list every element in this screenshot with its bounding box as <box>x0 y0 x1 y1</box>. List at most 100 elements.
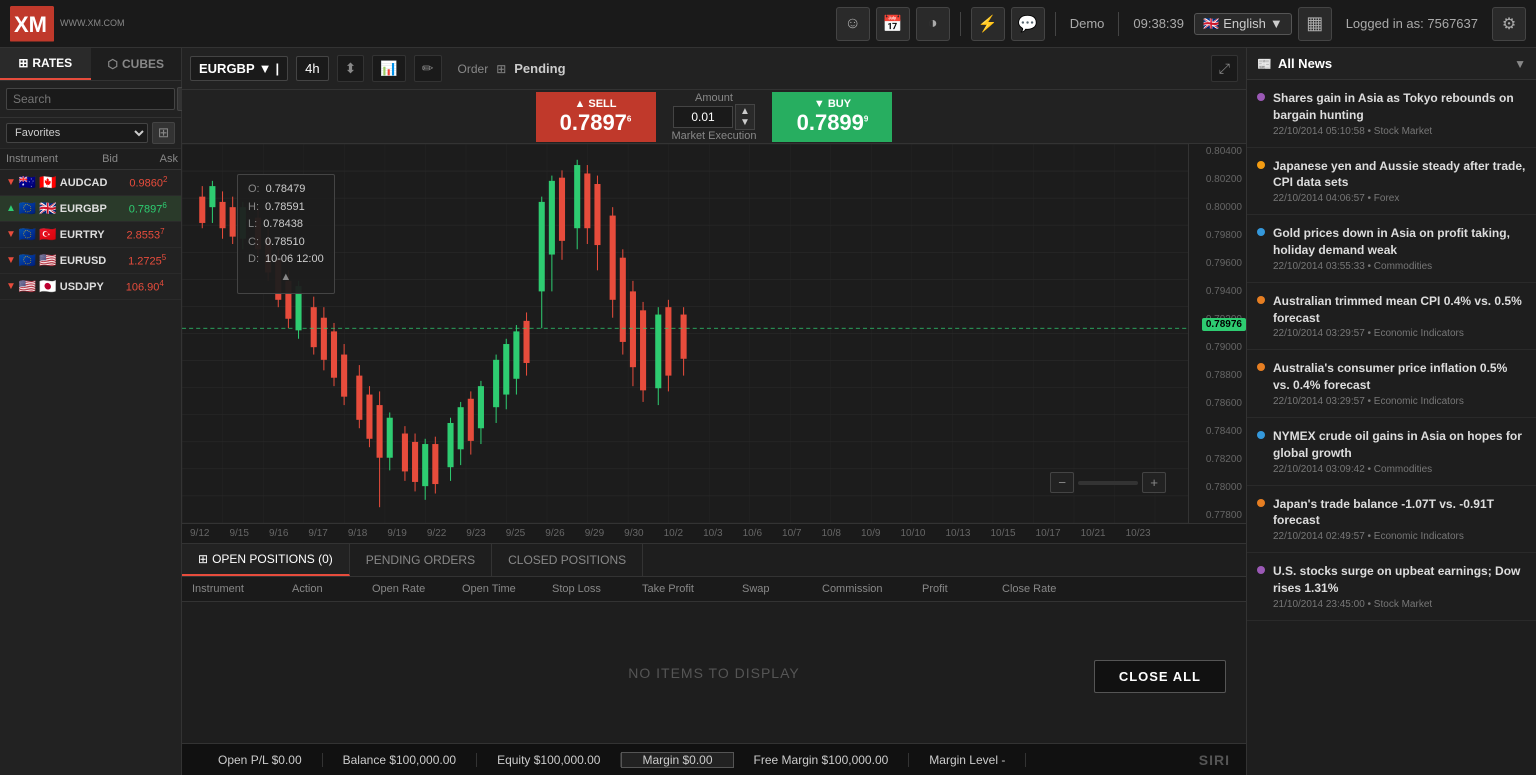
list-item[interactable]: ▼ 🇦🇺 🇨🇦 AUDCAD 0.98602 0.98651 09:38 <box>0 170 181 196</box>
pending-label: Pending <box>514 61 565 76</box>
price-tick: 0.79800 <box>1189 230 1246 241</box>
x-label: 10/2 <box>664 528 683 539</box>
price-tick: 0.78400 <box>1189 426 1246 437</box>
grid-view-button[interactable]: ⊞ <box>152 122 175 144</box>
amount-input[interactable] <box>673 106 733 128</box>
calendar-icon[interactable]: 📅 <box>876 7 910 41</box>
news-collapse-button[interactable]: ▼ <box>1514 57 1526 71</box>
news-content: U.S. stocks surge on upbeat earnings; Do… <box>1273 563 1526 610</box>
settings-icon[interactable]: ⚙ <box>1492 7 1526 41</box>
news-meta: 22/10/2014 03:55:33 • Commodities <box>1273 261 1526 272</box>
list-item[interactable]: ▼ 🇪🇺 🇹🇷 EURTRY 2.85537 2.85743 09:38 <box>0 222 181 248</box>
list-item[interactable]: ▼ 🇺🇸 🇯🇵 USDJPY 106.904 106.928 09:38 <box>0 274 181 300</box>
direction-icon: ▼ <box>6 229 16 240</box>
price-tick: 0.79400 <box>1189 286 1246 297</box>
spin-up-icon[interactable]: ▲ <box>740 106 750 117</box>
tab-pending-orders[interactable]: PENDING ORDERS <box>350 544 492 576</box>
tab-rates[interactable]: ⊞ RATES <box>0 48 91 80</box>
expand-button[interactable]: ⤢ <box>1211 55 1238 82</box>
tab-open-positions[interactable]: ⊞ OPEN POSITIONS (0) <box>182 544 350 576</box>
main-layout: ⊞ RATES ⬡ CUBES 🔍 Favorites ⊞ Instrument… <box>0 48 1536 775</box>
price-tick: 0.80000 <box>1189 202 1246 213</box>
news-category-dot <box>1257 296 1265 304</box>
news-item[interactable]: Australian trimmed mean CPI 0.4% vs. 0.5… <box>1247 283 1536 351</box>
sell-button[interactable]: ▲ SELL 0.78976 <box>536 92 656 142</box>
col-take-profit: Take Profit <box>642 583 742 595</box>
chart-area[interactable]: 0.80400 0.80200 0.80000 0.79800 0.79600 … <box>182 144 1246 543</box>
news-headline: Japanese yen and Aussie steady after tra… <box>1273 158 1526 192</box>
hatch-icon[interactable]: ▦ <box>1298 7 1332 41</box>
list-item[interactable]: ▼ 🇪🇺 🇺🇸 EURUSD 1.27255 1.27275 09:38 <box>0 248 181 274</box>
news-category-dot <box>1257 363 1265 371</box>
symbol-label: EURGBP <box>199 61 255 76</box>
topbar-time: 09:38:39 <box>1133 16 1184 31</box>
language-selector[interactable]: 🇬🇧 English ▼ <box>1194 13 1292 35</box>
lightning-icon[interactable]: ⚡ <box>971 7 1005 41</box>
positions-tabs: ⊞ OPEN POSITIONS (0) PENDING ORDERS CLOS… <box>182 544 1246 577</box>
x-label: 9/19 <box>387 528 406 539</box>
draw-button[interactable]: ✏ <box>414 55 442 82</box>
divider2 <box>1055 12 1056 36</box>
news-content: Shares gain in Asia as Tokyo rebounds on… <box>1273 90 1526 137</box>
news-item[interactable]: NYMEX crude oil gains in Asia on hopes f… <box>1247 418 1536 486</box>
col-close-rate: Close Rate <box>1002 583 1092 595</box>
theme-icon[interactable]: ◑ <box>916 7 950 41</box>
account-icon[interactable]: ☺ <box>836 7 870 41</box>
amount-spinner[interactable]: ▲ ▼ <box>735 104 755 130</box>
search-input[interactable] <box>6 88 175 110</box>
rates-label: RATES <box>32 56 72 70</box>
spin-down-icon[interactable]: ▼ <box>740 117 750 128</box>
favorites-row: Favorites ⊞ <box>0 118 181 149</box>
chat-icon[interactable]: 💬 <box>1011 7 1045 41</box>
news-item[interactable]: Gold prices down in Asia on profit takin… <box>1247 215 1536 283</box>
zoom-in-button[interactable]: + <box>1142 472 1166 493</box>
direction-icon: ▼ <box>6 177 16 188</box>
news-item[interactable]: Australia's consumer price inflation 0.5… <box>1247 350 1536 418</box>
positions-header: Instrument Action Open Rate Open Time St… <box>182 577 1246 602</box>
sell-price: 0.78976 <box>560 110 632 136</box>
bid-price: 2.85537 <box>105 227 165 242</box>
news-category-dot <box>1257 228 1265 236</box>
favorites-dropdown[interactable]: Favorites <box>6 123 148 143</box>
price-tick: 0.78800 <box>1189 370 1246 381</box>
col-bid: Bid <box>58 153 118 165</box>
margin: Margin $0.00 <box>621 752 733 768</box>
tab-closed-positions[interactable]: CLOSED POSITIONS <box>492 544 643 576</box>
zoom-out-button[interactable]: − <box>1050 472 1074 493</box>
news-item[interactable]: U.S. stocks surge on upbeat earnings; Do… <box>1247 553 1536 621</box>
symbol-dropdown-icon: ▼ <box>259 61 272 76</box>
news-icon: 📰 <box>1257 57 1272 71</box>
x-label: 10/7 <box>782 528 801 539</box>
timeframe-selector[interactable]: 4h <box>296 56 328 81</box>
flag-us: 🇺🇸 <box>39 252 56 269</box>
svg-text:XM: XM <box>14 12 47 37</box>
list-item[interactable]: ▲ 🇪🇺 🇬🇧 EURGBP 0.78976 0.78999 09:38 <box>0 196 181 222</box>
price-tick: 0.79600 <box>1189 258 1246 269</box>
price-tick: 0.80400 <box>1189 146 1246 157</box>
direction-icon: ▼ <box>6 281 16 292</box>
indicators-button[interactable]: 📊 <box>372 55 405 82</box>
buy-button[interactable]: ▼ BUY 0.78999 <box>772 92 892 142</box>
symbol-selector[interactable]: EURGBP ▼ | <box>190 56 288 81</box>
close-all-button[interactable]: CLOSE ALL <box>1094 660 1226 693</box>
news-item[interactable]: Shares gain in Asia as Tokyo rebounds on… <box>1247 80 1536 148</box>
news-item[interactable]: Japanese yen and Aussie steady after tra… <box>1247 148 1536 216</box>
news-content: Gold prices down in Asia on profit takin… <box>1273 225 1526 272</box>
xm-logo-icon: XM <box>10 6 54 42</box>
x-label: 10/17 <box>1036 528 1061 539</box>
chart-type-button[interactable]: ⬍ <box>337 55 365 82</box>
col-swap: Swap <box>742 583 822 595</box>
rates-header: Instrument Bid Ask Time <box>0 149 181 170</box>
col-profit: Profit <box>922 583 1002 595</box>
zoom-slider[interactable] <box>1078 481 1138 485</box>
x-label: 9/22 <box>427 528 446 539</box>
col-open-rate: Open Rate <box>372 583 462 595</box>
logged-in-label: Logged in as: 7567637 <box>1346 16 1478 31</box>
news-item[interactable]: Japan's trade balance -1.07T vs. -0.91T … <box>1247 486 1536 554</box>
news-category-dot <box>1257 499 1265 507</box>
news-content: NYMEX crude oil gains in Asia on hopes f… <box>1273 428 1526 475</box>
x-label: 9/12 <box>190 528 209 539</box>
news-category-dot <box>1257 431 1265 439</box>
news-headline: Gold prices down in Asia on profit takin… <box>1273 225 1526 259</box>
tab-cubes[interactable]: ⬡ CUBES <box>91 48 182 80</box>
